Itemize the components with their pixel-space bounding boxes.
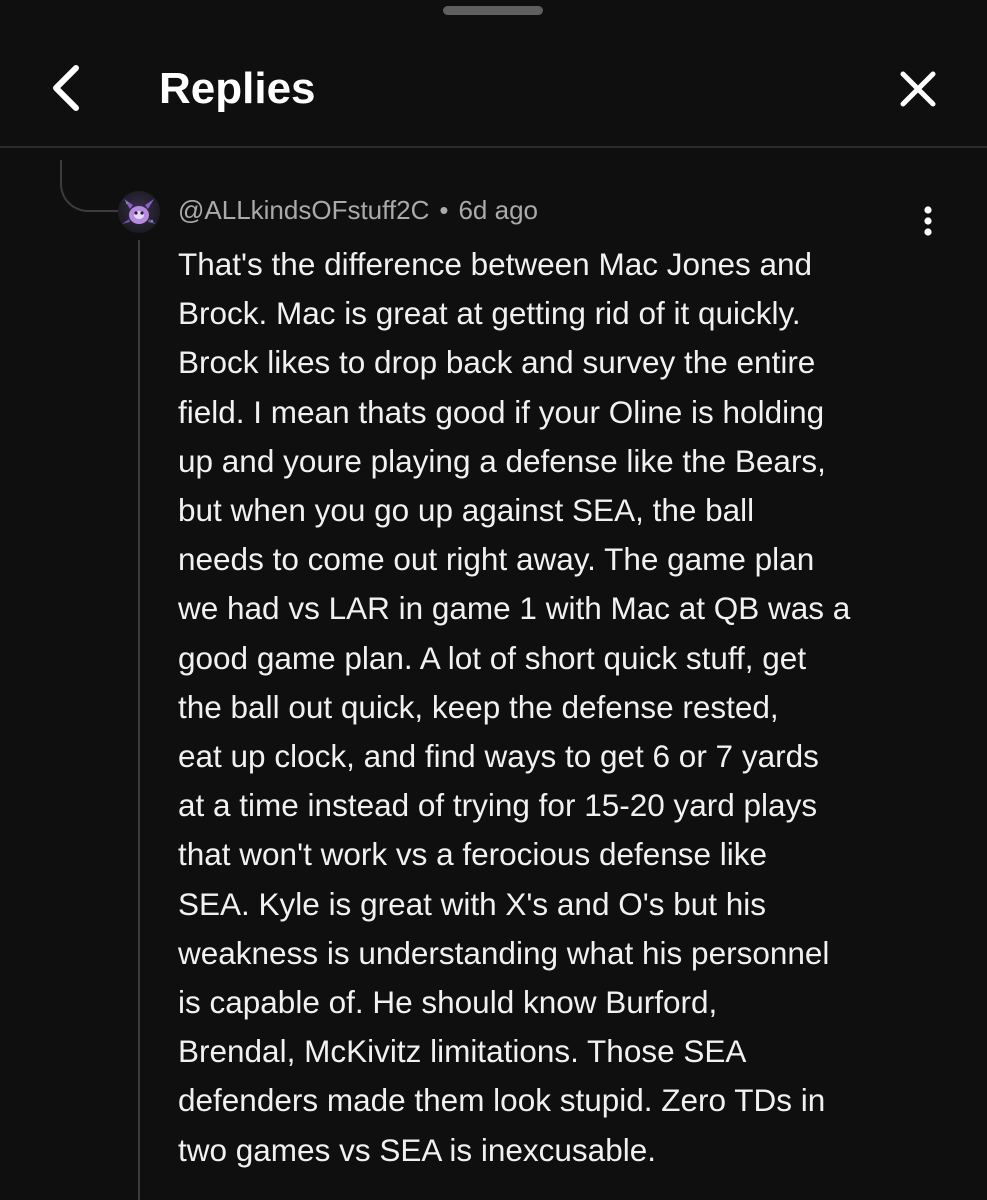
comment-line: the ball out quick, keep the defense res… [178,688,779,725]
thread-connector-line [60,160,122,212]
drag-handle[interactable] [443,6,543,15]
comment-line: we had vs LAR in game 1 with Mac at QB w… [178,590,851,627]
reply-thread-line [138,240,140,1200]
meta-separator: • [439,195,449,225]
replies-header: Replies [0,30,987,148]
avatar-creature-icon [122,199,156,224]
more-options-button[interactable] [908,200,948,244]
comment-line: SEA. Kyle is great with X's and O's but … [178,885,767,922]
comment-line: at a time instead of trying for 15-20 ya… [178,787,818,824]
comment-line: Brendal, McKivitz limitations. Those SEA [178,1033,747,1070]
page-title: Replies [159,64,316,113]
comment-meta: @ALLkindsOFstuff2C • 6d ago [178,195,538,226]
comment-line: Brock likes to drop back and survey the … [178,344,816,381]
comment-line: is capable of. He should know Burford, [178,984,718,1021]
comment-line: two games vs SEA is inexcusable. [178,1131,656,1168]
comment-line: up and youre playing a defense like the … [178,442,826,479]
comment-line: eat up clock, and find ways to get 6 or … [178,738,819,775]
comment-line: That's the difference between Mac Jones … [178,246,813,282]
comment-timestamp: 6d ago [458,195,538,225]
close-button[interactable] [893,64,945,116]
vertical-dots-icon [924,206,932,236]
comment-line: good game plan. A lot of short quick stu… [178,639,807,676]
comment-line: weakness is understanding what his perso… [178,934,830,971]
avatar[interactable] [118,191,160,233]
back-button[interactable] [40,60,92,116]
close-icon [900,71,936,107]
comment-line: needs to come out right away. The game p… [178,541,815,578]
comment-line: Brock. Mac is great at getting rid of it… [178,295,801,332]
comment-line: that won't work vs a ferocious defense l… [178,836,768,873]
chevron-left-icon [53,65,79,111]
comment-line: field. I mean thats good if your Oline i… [178,393,825,430]
comment-author[interactable]: @ALLkindsOFstuff2C [178,195,429,225]
comment-line: defenders made them look stupid. Zero TD… [178,1082,826,1119]
comment-line: but when you go up against SEA, the ball [178,492,755,529]
comment-text: That's the difference between Mac Jones … [178,240,938,1175]
